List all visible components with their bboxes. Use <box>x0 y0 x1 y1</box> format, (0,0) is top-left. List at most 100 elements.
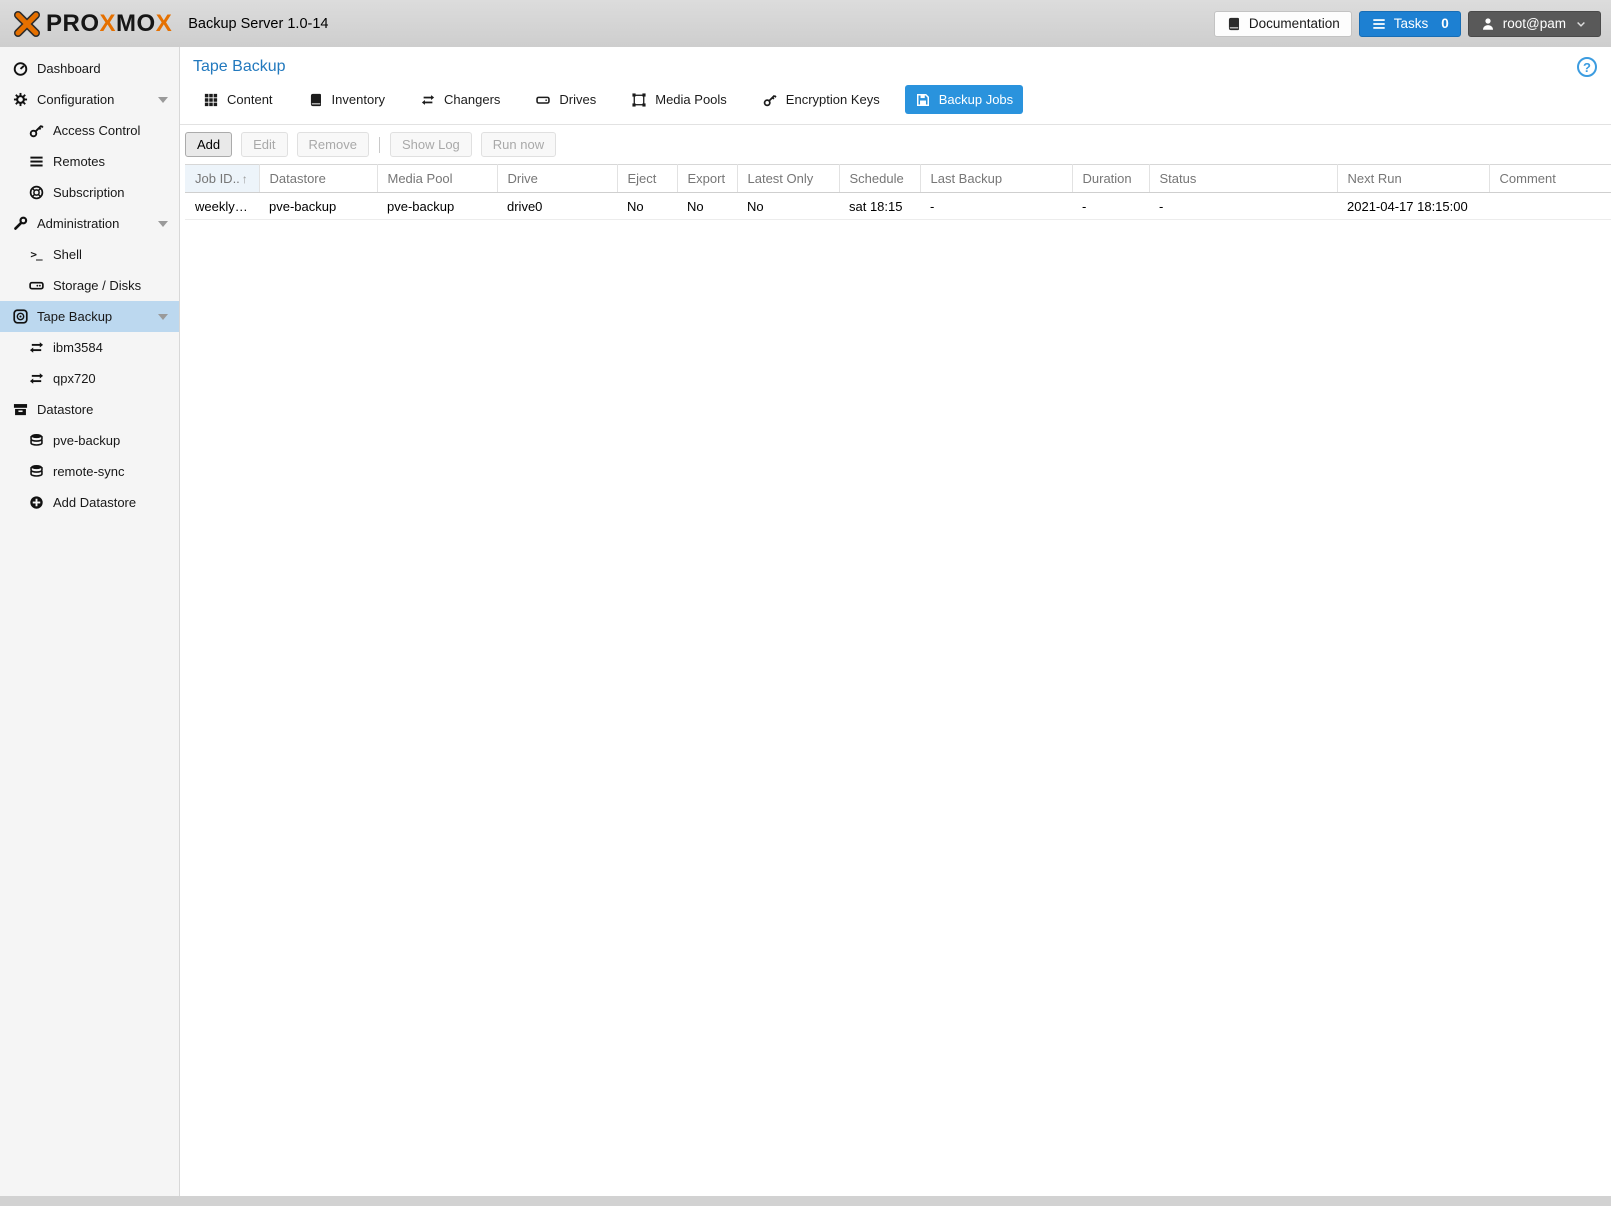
add-button[interactable]: Add <box>185 132 233 157</box>
help-icon[interactable]: ? <box>1577 57 1597 77</box>
column-header-schedule[interactable]: Schedule <box>839 164 921 193</box>
book-icon <box>308 92 324 108</box>
cell-export: No <box>677 192 737 220</box>
cell-eject: No <box>617 192 677 220</box>
column-header-drive[interactable]: Drive <box>497 164 618 193</box>
sidebar-item-shell[interactable]: >_ Shell <box>0 239 179 270</box>
edit-button[interactable]: Edit <box>241 132 288 157</box>
sidebar-item-label: Configuration <box>37 92 115 107</box>
cell-media-pool: pve-backup <box>377 192 497 220</box>
sidebar-item-label: Add Datastore <box>53 495 137 510</box>
sidebar-item-access-control[interactable]: Access Control <box>0 115 179 146</box>
key-icon <box>762 92 778 108</box>
sidebar-item-label: Tape Backup <box>37 309 113 324</box>
plus-circle-icon <box>28 495 44 511</box>
proxmox-logo-icon <box>12 9 42 39</box>
sidebar-item-remotes[interactable]: Remotes <box>0 146 179 177</box>
tab-inventory[interactable]: Inventory <box>298 85 395 114</box>
tab-media-pools[interactable]: Media Pools <box>621 85 737 114</box>
toolbar-separator <box>378 136 380 153</box>
terminal-icon: >_ <box>30 248 42 261</box>
sort-asc-icon: ↑ <box>241 172 248 186</box>
brand-wordmark: PROXMOX <box>46 9 173 37</box>
tab-label: Changers <box>444 92 501 107</box>
sidebar-item-label: qpx720 <box>53 371 96 386</box>
tab-backup-jobs[interactable]: Backup Jobs <box>904 85 1024 114</box>
grid-icon <box>203 92 219 108</box>
cell-schedule: sat 18:15 <box>839 192 920 220</box>
column-header-eject[interactable]: Eject <box>617 164 678 193</box>
gear-icon <box>12 92 28 108</box>
sidebar-item-dashboard[interactable]: Dashboard <box>0 53 179 84</box>
sidebar-item-ibm3584[interactable]: ibm3584 <box>0 332 179 363</box>
archive-icon <box>12 402 28 418</box>
exchange-icon <box>420 92 436 108</box>
database-icon <box>28 464 44 480</box>
column-header-datastore[interactable]: Datastore <box>259 164 378 193</box>
cell-latest-only: No <box>737 192 839 220</box>
column-header-media-pool[interactable]: Media Pool <box>377 164 498 193</box>
sidebar-item-add-datastore[interactable]: Add Datastore <box>0 487 179 518</box>
column-header-duration[interactable]: Duration <box>1072 164 1150 193</box>
tab-label: Media Pools <box>655 92 727 107</box>
sidebar-item-subscription[interactable]: Subscription <box>0 177 179 208</box>
show-log-button[interactable]: Show Log <box>389 132 472 157</box>
page-title: Tape Backup <box>193 58 286 75</box>
tab-label: Content <box>227 92 273 107</box>
chevron-down-icon <box>1573 16 1589 32</box>
dashboard-icon <box>12 61 28 77</box>
tasks-list-icon <box>1371 16 1387 32</box>
tab-label: Backup Jobs <box>938 92 1014 107</box>
database-icon <box>28 433 44 449</box>
collapse-caret-icon[interactable] <box>158 314 168 320</box>
column-header-latest-only[interactable]: Latest Only <box>737 164 840 193</box>
run-now-button[interactable]: Run now <box>480 132 557 157</box>
remove-button[interactable]: Remove <box>296 132 369 157</box>
collapse-caret-icon[interactable] <box>158 97 168 103</box>
sidebar-item-label: Datastore <box>37 402 94 417</box>
user-icon <box>1480 16 1496 32</box>
sidebar-item-configuration[interactable]: Configuration <box>0 84 179 115</box>
key-icon <box>28 123 44 139</box>
tab-drives[interactable]: Drives <box>525 85 606 114</box>
column-header-comment[interactable]: Comment <box>1489 164 1611 193</box>
user-menu-button[interactable]: root@pam <box>1467 10 1601 37</box>
user-label: root@pam <box>1502 16 1566 31</box>
sidebar-item-storage-disks[interactable]: Storage / Disks <box>0 270 179 301</box>
sidebar-item-label: remote-sync <box>53 464 125 479</box>
sidebar-item-pve-backup[interactable]: pve-backup <box>0 425 179 456</box>
table-row[interactable]: weekly… pve-backup pve-backup drive0 No … <box>185 192 1611 220</box>
sidebar-item-administration[interactable]: Administration <box>0 208 179 239</box>
cell-job-id: weekly… <box>185 192 259 220</box>
grid-toolbar: Add Edit Remove Show Log Run now <box>180 125 1611 164</box>
tab-content[interactable]: Content <box>193 85 283 114</box>
tab-changers[interactable]: Changers <box>410 85 510 114</box>
sidebar-item-qpx720[interactable]: qpx720 <box>0 363 179 394</box>
tape-icon <box>12 309 28 325</box>
column-header-next-run[interactable]: Next Run <box>1337 164 1490 193</box>
sidebar-item-datastore[interactable]: Datastore <box>0 394 179 425</box>
sidebar-item-tape-backup[interactable]: Tape Backup <box>0 301 179 332</box>
column-header-last-backup[interactable]: Last Backup <box>920 164 1073 193</box>
cell-status: - <box>1149 192 1337 220</box>
tasks-button[interactable]: Tasks 0 <box>1358 10 1461 37</box>
documentation-button[interactable]: Documentation <box>1213 10 1352 37</box>
column-header-job-id[interactable]: Job ID.. ↑ <box>185 164 260 193</box>
cell-drive: drive0 <box>497 192 617 220</box>
cell-duration: - <box>1072 192 1149 220</box>
life-ring-icon <box>28 185 44 201</box>
sidebar: Dashboard Configuration Access Control R… <box>0 47 180 1196</box>
tasks-label: Tasks <box>1393 16 1429 31</box>
sidebar-item-label: Access Control <box>53 123 141 138</box>
sidebar-item-remote-sync[interactable]: remote-sync <box>0 456 179 487</box>
proxmox-logo: PROXMOX <box>12 9 172 39</box>
collapse-caret-icon[interactable] <box>158 221 168 227</box>
sidebar-item-label: Dashboard <box>37 61 101 76</box>
column-header-status[interactable]: Status <box>1149 164 1338 193</box>
column-header-export[interactable]: Export <box>677 164 738 193</box>
tab-label: Encryption Keys <box>785 92 880 107</box>
bottom-edge <box>0 1196 1611 1206</box>
sidebar-item-label: Remotes <box>53 154 106 169</box>
tab-encryption-keys[interactable]: Encryption Keys <box>752 85 890 114</box>
wrench-icon <box>12 216 28 232</box>
